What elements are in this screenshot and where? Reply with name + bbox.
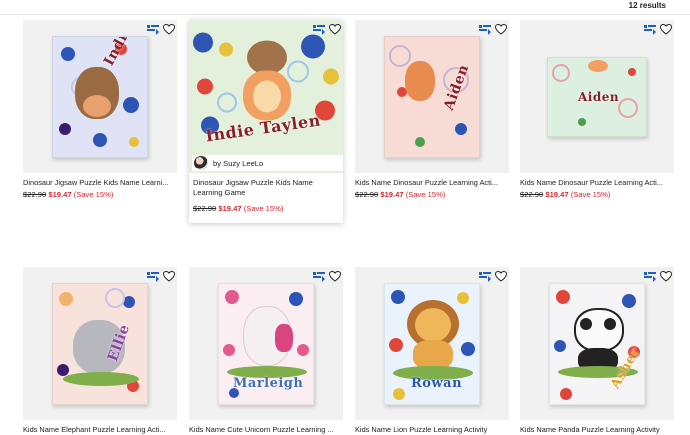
search-results-page: 12 results Indie Tayler Dinosaur Jigsaw …	[0, 0, 690, 435]
flip-card-icon[interactable]	[313, 24, 326, 35]
product-image[interactable]: Ellie	[23, 267, 177, 420]
product-card[interactable]: Aiden Kids Name Dinosaur Puzzle Learning…	[355, 20, 509, 199]
product-title[interactable]: Kids Name Dinosaur Puzzle Learning Acti.…	[520, 178, 674, 188]
product-title[interactable]: Dinosaur Jigsaw Puzzle Kids Name Learni.…	[23, 178, 177, 188]
original-price: $22.90	[520, 190, 544, 199]
discount-label: (Save 15%)	[73, 190, 114, 199]
flip-card-icon[interactable]	[479, 24, 492, 35]
flip-card-icon[interactable]	[313, 271, 326, 282]
product-image[interactable]: Indie Taylen by Suzy LeeLo	[189, 20, 343, 173]
price-line: $22.90 $19.47 (Save 15%)	[23, 190, 177, 199]
product-card[interactable]: Aiden Kids Name Dinosaur Puzzle Learning…	[520, 20, 674, 199]
puzzle-name-text: Marleigh	[233, 375, 304, 391]
sale-price: $19.47	[218, 204, 242, 213]
price-line: $22.90 $19.47 (Save 15%)	[520, 190, 674, 199]
puzzle-artwork: Aiden	[547, 56, 647, 137]
discount-label: (Save 15%)	[405, 190, 446, 199]
product-image[interactable]: Aiden	[520, 20, 674, 173]
puzzle-artwork: Marleigh	[218, 282, 314, 405]
heart-icon[interactable]	[495, 271, 507, 282]
product-image[interactable]: Aiden	[355, 20, 509, 173]
heart-icon[interactable]	[163, 24, 175, 35]
puzzle-name-text: Rowan	[411, 375, 463, 391]
puzzle-artwork: Aiden	[384, 35, 480, 158]
heart-icon[interactable]	[660, 271, 672, 282]
heart-icon[interactable]	[329, 24, 341, 35]
product-card[interactable]: Indie Tayler Dinosaur Jigsaw Puzzle Kids…	[23, 20, 177, 199]
product-title[interactable]: Kids Name Lion Puzzle Learning Activity	[355, 425, 509, 435]
product-title[interactable]: Kids Name Elephant Puzzle Learning Acti.…	[23, 425, 177, 435]
sale-price: $19.47	[48, 190, 72, 199]
heart-icon[interactable]	[660, 24, 672, 35]
product-image[interactable]: Indie Tayler	[23, 20, 177, 173]
product-image[interactable]: Asher	[520, 267, 674, 420]
flip-card-icon[interactable]	[147, 271, 160, 282]
discount-label: (Save 15%)	[243, 204, 284, 213]
sale-price: $19.47	[380, 190, 404, 199]
sale-price: $19.47	[545, 190, 569, 199]
product-card-hovered[interactable]: Indie Taylen by Suzy LeeLo Dinosaur Jigs…	[189, 20, 343, 223]
seller-bar[interactable]: by Suzy LeeLo	[192, 155, 343, 171]
product-card[interactable]: Asher Kids Name Panda Puzzle Learning Ac…	[520, 267, 674, 435]
product-card[interactable]: Rowan Kids Name Lion Puzzle Learning Act…	[355, 267, 509, 435]
puzzle-artwork: Indie Tayler	[52, 35, 148, 158]
seller-avatar	[194, 156, 208, 170]
seller-name[interactable]: by Suzy LeeLo	[213, 159, 263, 168]
product-card[interactable]: Ellie Kids Name Elephant Puzzle Learning…	[23, 267, 177, 435]
product-title[interactable]: Dinosaur Jigsaw Puzzle Kids Name Learnin…	[189, 178, 343, 198]
heart-icon[interactable]	[495, 24, 507, 35]
results-count: 12 results	[628, 1, 666, 10]
price-line: $22.90 $19.47 (Save 15%)	[355, 190, 509, 199]
product-title[interactable]: Kids Name Cute Unicorn Puzzle Learning .…	[189, 425, 343, 435]
flip-card-icon[interactable]	[644, 271, 657, 282]
puzzle-name-text: Aiden	[578, 89, 620, 104]
product-image[interactable]: Marleigh	[189, 267, 343, 420]
flip-card-icon[interactable]	[479, 271, 492, 282]
flip-card-icon[interactable]	[644, 24, 657, 35]
puzzle-artwork: Asher	[549, 282, 645, 405]
product-image[interactable]: Rowan	[355, 267, 509, 420]
product-title[interactable]: Kids Name Panda Puzzle Learning Activity	[520, 425, 674, 435]
original-price: $22.90	[23, 190, 47, 199]
heart-icon[interactable]	[163, 271, 175, 282]
price-line: $22.90 $19.47 (Save 15%)	[189, 204, 343, 223]
divider	[0, 14, 690, 15]
original-price: $22.90	[355, 190, 379, 199]
original-price: $22.90	[193, 204, 217, 213]
discount-label: (Save 15%)	[570, 190, 611, 199]
product-card[interactable]: Marleigh Kids Name Cute Unicorn Puzzle L…	[189, 267, 343, 435]
product-title[interactable]: Kids Name Dinosaur Puzzle Learning Acti.…	[355, 178, 509, 188]
flip-card-icon[interactable]	[147, 24, 160, 35]
puzzle-artwork: Indie Taylen	[189, 20, 343, 173]
puzzle-artwork: Rowan	[384, 282, 480, 405]
puzzle-artwork: Ellie	[52, 282, 148, 405]
heart-icon[interactable]	[329, 271, 341, 282]
